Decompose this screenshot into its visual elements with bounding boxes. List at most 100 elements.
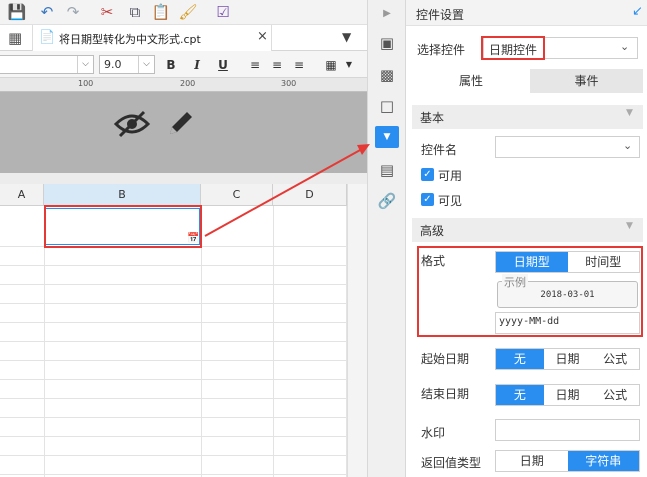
cell-layout-icon[interactable]: ▣	[376, 32, 398, 54]
hyperlink-icon[interactable]: 🔗	[376, 190, 398, 212]
condition-attributes-icon[interactable]: ▤	[376, 159, 398, 181]
template-icon[interactable]: ☑	[212, 2, 234, 22]
widget-settings-icon[interactable]: ▼	[375, 126, 399, 148]
grid-row-line	[0, 379, 347, 380]
end-none-option[interactable]: 无	[496, 385, 544, 405]
file-icon: 📄	[39, 30, 56, 45]
grid-row-line	[0, 398, 347, 399]
paste-icon[interactable]: 📋	[150, 2, 172, 22]
grid-row-line	[0, 436, 347, 437]
align-center-icon[interactable]: ≡	[268, 56, 286, 74]
widget-name-input[interactable]: ⌄	[495, 136, 640, 158]
pencil-icon[interactable]	[166, 108, 196, 138]
chevron-down-icon: ▼	[626, 108, 633, 118]
column-headers: A B C D	[0, 184, 367, 206]
enabled-checkbox[interactable]: ✓	[421, 168, 434, 181]
crop-icon[interactable]: □	[376, 95, 398, 117]
return-date-option[interactable]: 日期	[496, 451, 568, 471]
font-family-combo[interactable]: ⌵	[0, 55, 94, 74]
chevron-down-icon: ⌄	[623, 139, 633, 152]
font-size-value: 9.0	[104, 58, 122, 71]
align-left-icon[interactable]: ≡	[246, 56, 264, 74]
end-formula-option[interactable]: 公式	[591, 385, 640, 405]
visible-label: 可见	[438, 194, 463, 208]
widget-name-label: 控件名	[421, 143, 458, 157]
grid-row-line	[0, 341, 347, 342]
chevron-down-icon: ▼	[626, 221, 633, 231]
ruler-mark: 200	[180, 79, 196, 88]
column-header-a[interactable]: A	[0, 184, 44, 206]
cell-highlight-box	[44, 205, 202, 248]
panel-tabs: 属性 事件	[412, 69, 643, 93]
ruler-mark: 300	[281, 79, 297, 88]
side-icon-strip: ▶ ▣ ▩ □ ▼ ▤ 🔗	[367, 0, 406, 477]
cut-icon[interactable]: ✂	[96, 2, 118, 22]
border-dropdown-icon[interactable]: ▼	[340, 56, 358, 74]
tab-document[interactable]: 📄 将日期型转化为中文形式.cpt ×	[32, 25, 272, 51]
font-size-combo[interactable]: 9.0 ⌵	[99, 55, 155, 74]
tab-title: 将日期型转化为中文形式.cpt	[59, 33, 201, 46]
border-icon[interactable]: ▦	[322, 56, 340, 74]
format-bar: ⌵ 9.0 ⌵ B I U ≡ ≡ ≡ ▦ ▼	[0, 51, 367, 78]
collapse-arrow-icon[interactable]: ↙	[632, 4, 643, 19]
copy-icon[interactable]: ⧉	[124, 2, 146, 22]
tab-properties[interactable]: 属性	[412, 69, 530, 93]
undo-icon[interactable]: ↶	[36, 2, 58, 22]
section-basic-title: 基本	[420, 111, 445, 125]
grid-row-line	[0, 265, 347, 266]
enabled-label: 可用	[438, 169, 463, 183]
start-date-option[interactable]: 日期	[543, 349, 592, 369]
visible-checkbox[interactable]: ✓	[421, 193, 434, 206]
grid-row-line	[0, 284, 347, 285]
column-header-c[interactable]: C	[201, 184, 273, 206]
panel-header: 控件设置 ↙	[406, 0, 647, 26]
tab-close-icon[interactable]: ×	[257, 29, 268, 44]
grid-row-line	[0, 455, 347, 456]
chevron-down-icon: ⌵	[77, 56, 93, 73]
save-icon[interactable]: 💾	[6, 2, 28, 22]
section-advanced[interactable]: 高级 ▼	[412, 218, 643, 242]
grid-row-line	[0, 417, 347, 418]
end-date-label: 结束日期	[421, 387, 470, 401]
grid-row-line	[0, 303, 347, 304]
align-right-icon[interactable]: ≡	[290, 56, 308, 74]
ruler: 100 200 300	[0, 78, 367, 92]
expand-arrow-icon[interactable]: ▶	[376, 2, 398, 24]
chevron-down-icon: ⌄	[620, 40, 630, 53]
divider	[0, 173, 367, 184]
tab-menu-icon[interactable]: ▼	[342, 30, 351, 44]
redo-icon[interactable]: ↷	[62, 2, 84, 22]
grid-row-line	[0, 322, 347, 323]
vertical-scrollbar[interactable]	[347, 184, 367, 477]
chevron-down-icon: ⌵	[138, 56, 154, 73]
cell-attributes-icon[interactable]: ▩	[376, 64, 398, 86]
column-header-d[interactable]: D	[273, 184, 347, 206]
column-header-b[interactable]: B	[44, 184, 201, 206]
format-brush-icon[interactable]: 🖌	[177, 2, 199, 22]
start-date-label: 起始日期	[421, 352, 470, 366]
end-date-option[interactable]: 日期	[543, 385, 592, 405]
watermark-label: 水印	[421, 426, 446, 440]
eye-off-icon[interactable]	[114, 110, 150, 138]
section-advanced-title: 高级	[420, 224, 445, 238]
grid-row-line	[0, 360, 347, 361]
select-widget-label: 选择控件	[417, 43, 466, 57]
start-date-toggle: 无 日期 公式	[495, 348, 640, 370]
bold-button[interactable]: B	[162, 56, 180, 74]
grid-row-line	[0, 474, 347, 475]
underline-button[interactable]: U	[214, 56, 232, 74]
start-none-option[interactable]: 无	[496, 349, 544, 369]
return-string-option[interactable]: 字符串	[567, 451, 639, 471]
start-formula-option[interactable]: 公式	[591, 349, 640, 369]
tab-events[interactable]: 事件	[530, 69, 643, 93]
widget-toolbar-panel	[0, 92, 367, 173]
watermark-input[interactable]	[495, 419, 640, 441]
tab-bar: ▦ 📄 将日期型转化为中文形式.cpt × ▼	[0, 25, 367, 51]
italic-button[interactable]: I	[188, 56, 206, 74]
main-toolbar: 💾 ↶ ↷ ✂ ⧉ 📋 🖌 ☑	[0, 0, 367, 25]
end-date-toggle: 无 日期 公式	[495, 384, 640, 406]
grid-icon[interactable]: ▦	[8, 29, 22, 47]
return-type-toggle: 日期 字符串	[495, 450, 640, 472]
section-basic[interactable]: 基本 ▼	[412, 105, 643, 129]
widget-select-highlight	[481, 36, 545, 60]
